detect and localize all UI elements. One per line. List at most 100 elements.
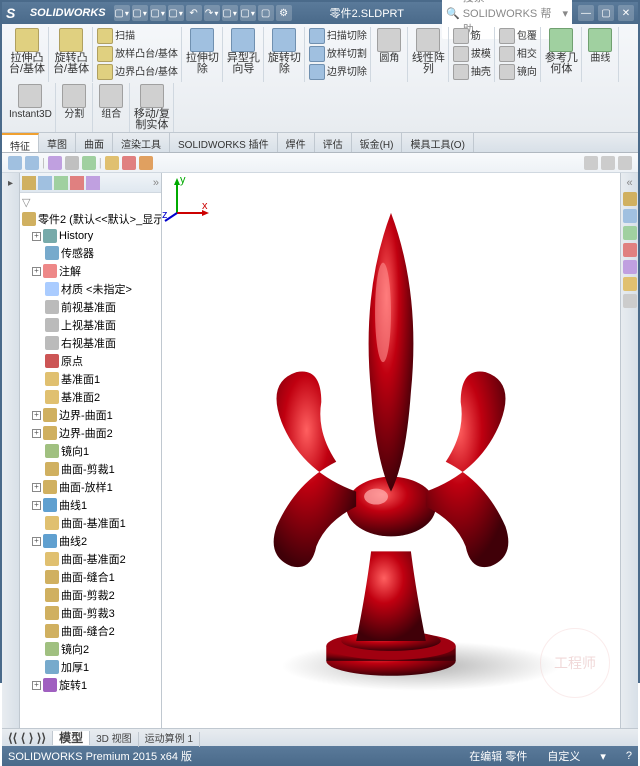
tree-node[interactable]: 曲面-剪裁3 (22, 604, 159, 622)
doc-close-icon[interactable] (618, 156, 632, 170)
tree-root[interactable]: 零件2 (默认<<默认>_显示状态 (22, 210, 159, 228)
ribbon-boundary-cut[interactable]: 边界切除 (309, 64, 367, 81)
fm-tab-tree-icon[interactable] (22, 176, 36, 190)
ribbon-rib[interactable]: 筋 (453, 28, 491, 45)
tree-node[interactable]: +旋转1 (22, 676, 159, 694)
tree-node[interactable]: 曲面-剪裁2 (22, 586, 159, 604)
task-custom-props-icon[interactable] (623, 277, 637, 291)
ribbon-sweep[interactable]: 扫描 (97, 28, 178, 45)
tree-node[interactable]: 上视基准面 (22, 316, 159, 334)
tree-node[interactable]: 右视基准面 (22, 334, 159, 352)
tree-node[interactable]: +曲线1 (22, 496, 159, 514)
tree-node[interactable]: 基准面2 (22, 388, 159, 406)
side-tab-arrow[interactable]: ▸ (2, 173, 19, 193)
ribbon-curves[interactable]: 曲线 (583, 27, 619, 82)
tree-node[interactable]: 加厚1 (22, 658, 159, 676)
ribbon-intersect[interactable]: 相交 (499, 46, 537, 63)
feature-tree[interactable]: ▽ 零件2 (默认<<默认>_显示状态 +History传感器+注解材质 <未指… (20, 193, 161, 728)
ribbon-mirror[interactable]: 镜向 (499, 64, 537, 81)
bottom-tab[interactable]: 模型 (53, 731, 90, 745)
doc-max-icon[interactable] (601, 156, 615, 170)
tree-node[interactable]: 曲面-剪裁1 (22, 460, 159, 478)
maximize-icon[interactable]: ▢ (598, 5, 614, 21)
ribbon-combine[interactable]: 组合 (94, 83, 130, 132)
fm-tab-prop-icon[interactable] (38, 176, 52, 190)
fm-tab-config-icon[interactable] (54, 176, 68, 190)
zoom-area-icon[interactable] (25, 156, 39, 170)
view-triad[interactable]: y x z (162, 173, 212, 223)
tree-node[interactable]: +边界-曲面2 (22, 424, 159, 442)
qat-select-icon[interactable]: ▢ (222, 5, 238, 21)
qat-print-icon[interactable]: ▢ (168, 5, 184, 21)
section-view-icon[interactable] (105, 156, 119, 170)
qat-undo-icon[interactable]: ↶ (186, 5, 202, 21)
tree-filter[interactable]: ▽ (22, 195, 159, 210)
ribbon-tab[interactable]: 特征 (2, 133, 39, 152)
ribbon-instant3d[interactable]: Instant3D (6, 83, 56, 132)
bottom-tab-scroll-left[interactable]: ⟨⟨ ⟨ ⟩ ⟩⟩ (2, 731, 53, 745)
tree-node[interactable]: +History (22, 228, 159, 244)
tree-node[interactable]: +注解 (22, 262, 159, 280)
tree-node[interactable]: 曲面-缝合1 (22, 568, 159, 586)
ribbon-hole[interactable]: 异型孔向导 (224, 27, 264, 82)
ribbon-tab[interactable]: 焊件 (278, 133, 315, 152)
viewport[interactable]: y x z 工程师 (162, 173, 620, 728)
status-help-icon[interactable]: ? (626, 750, 632, 762)
ribbon-tab[interactable]: 模具工具(O) (402, 133, 473, 152)
tree-node[interactable]: 传感器 (22, 244, 159, 262)
qat-settings-icon[interactable]: ⚙ (276, 5, 292, 21)
task-appearance-icon[interactable] (623, 260, 637, 274)
ribbon-loft[interactable]: 放样凸台/基体 (97, 46, 178, 63)
ribbon-split[interactable]: 分割 (57, 83, 93, 132)
bottom-tab[interactable]: 3D 视图 (90, 732, 139, 747)
ribbon-revolve-cut[interactable]: 旋转切除 (265, 27, 305, 82)
ribbon-tab[interactable]: 评估 (315, 133, 352, 152)
fm-tab-disp-icon[interactable] (86, 176, 100, 190)
ribbon-boundary[interactable]: 边界凸台/基体 (97, 64, 178, 81)
tree-node[interactable]: 曲面-缝合2 (22, 622, 159, 640)
hide-show-icon[interactable] (82, 156, 96, 170)
bottom-tab[interactable]: 运动算例 1 (139, 732, 200, 747)
ribbon-ref-geom[interactable]: 参考几何体 (542, 27, 582, 82)
ribbon-tab[interactable]: 钣金(H) (352, 133, 403, 152)
render-icon[interactable] (122, 156, 136, 170)
qat-new-icon[interactable]: ▢ (114, 5, 130, 21)
appearance-icon[interactable] (139, 156, 153, 170)
tree-node[interactable]: 前视基准面 (22, 298, 159, 316)
task-design-lib-icon[interactable] (623, 209, 637, 223)
view-orient-icon[interactable] (48, 156, 62, 170)
ribbon-extrude-boss[interactable]: 拉伸凸台/基体 (6, 27, 49, 82)
doc-min-icon[interactable] (584, 156, 598, 170)
ribbon-fillet[interactable]: 圆角 (372, 27, 408, 82)
task-view-palette-icon[interactable] (623, 243, 637, 257)
fm-split-icon[interactable]: » (153, 177, 159, 189)
tree-node[interactable]: 材质 <未指定> (22, 280, 159, 298)
tree-node[interactable]: 曲面-基准面2 (22, 550, 159, 568)
ribbon-revolve-boss[interactable]: 旋转凸台/基体 (50, 27, 93, 82)
ribbon-wrap[interactable]: 包覆 (499, 28, 537, 45)
search-dropdown-icon[interactable]: ▾ (562, 7, 568, 20)
ribbon-loft-cut[interactable]: 放样切割 (309, 46, 367, 63)
task-resources-icon[interactable] (623, 192, 637, 206)
ribbon-shell[interactable]: 抽壳 (453, 64, 491, 81)
tree-node[interactable]: +曲线2 (22, 532, 159, 550)
tree-node[interactable]: 原点 (22, 352, 159, 370)
qat-rebuild-icon[interactable]: ▢ (240, 5, 256, 21)
ribbon-sweep-cut[interactable]: 扫描切除 (309, 28, 367, 45)
tree-node[interactable]: +曲面-放样1 (22, 478, 159, 496)
tree-node[interactable]: 曲面-基准面1 (22, 514, 159, 532)
ribbon-pattern[interactable]: 线性阵列 (409, 27, 449, 82)
status-menu-icon[interactable]: ▾ (600, 750, 606, 763)
task-toggle-icon[interactable]: « (626, 177, 632, 189)
display-style-icon[interactable] (65, 156, 79, 170)
minimize-icon[interactable]: — (578, 5, 594, 21)
qat-open-icon[interactable]: ▢ (132, 5, 148, 21)
tree-node[interactable]: 镜向2 (22, 640, 159, 658)
ribbon-tab[interactable]: 渲染工具 (113, 133, 170, 152)
qat-save-icon[interactable]: ▢ (150, 5, 166, 21)
close-icon[interactable]: ✕ (618, 5, 634, 21)
zoom-fit-icon[interactable] (8, 156, 22, 170)
ribbon-tab[interactable]: 曲面 (76, 133, 113, 152)
ribbon-tab[interactable]: 草图 (39, 133, 76, 152)
tree-node[interactable]: 基准面1 (22, 370, 159, 388)
